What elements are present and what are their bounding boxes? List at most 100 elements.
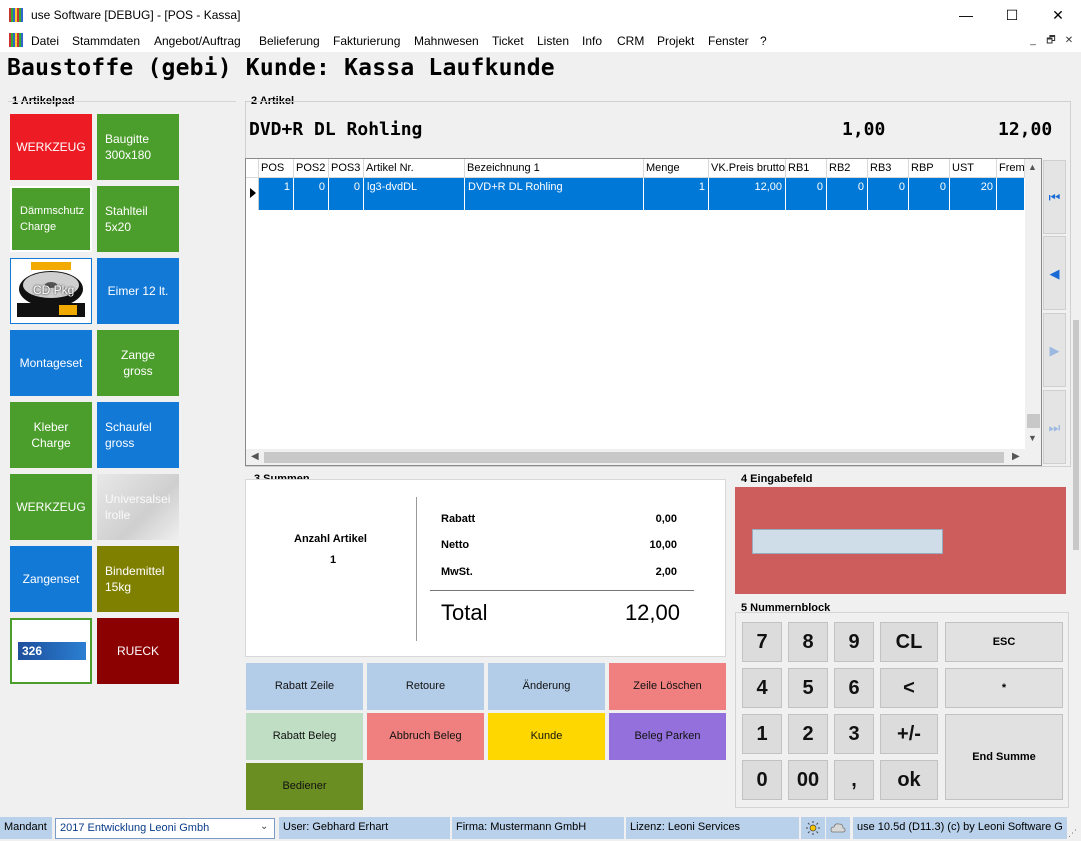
row-selector[interactable] [246, 178, 259, 210]
window-scroll-thumb[interactable] [1073, 320, 1079, 550]
retoure-button[interactable]: Retoure [367, 663, 484, 710]
rabatt-zeile-button[interactable]: Rabatt Zeile [246, 663, 363, 710]
col-header-rb2[interactable]: RB2 [827, 159, 868, 178]
pad-tile-schaufel[interactable]: Schaufel gross [97, 402, 179, 468]
col-header-pos2[interactable]: POS2 [294, 159, 329, 178]
menu-angebot-auftrag[interactable]: Angebot/Auftrag [154, 34, 241, 48]
key-1[interactable]: 1 [742, 714, 782, 754]
col-header-pos[interactable]: POS [259, 159, 294, 178]
menu-crm[interactable]: CRM [617, 34, 644, 48]
mdi-close-icon[interactable]: ✕ [1061, 34, 1077, 48]
rabatt-beleg-button[interactable]: Rabatt Beleg [246, 713, 363, 760]
zeile-loeschen-button[interactable]: Zeile Löschen [609, 663, 726, 710]
cell-rb1[interactable]: 0 [786, 178, 827, 210]
resize-grip-icon[interactable]: ⋰ [1068, 828, 1077, 839]
kunde-button[interactable]: Kunde [488, 713, 605, 760]
scroll-up-icon[interactable]: ▲ [1028, 162, 1037, 172]
cell-vk-preis[interactable]: 12,00 [709, 178, 786, 210]
col-header-bezeichnung[interactable]: Bezeichnung 1 [465, 159, 644, 178]
col-header-rbp[interactable]: RBP [909, 159, 950, 178]
key-comma[interactable]: , [834, 760, 874, 800]
menu-mahnwesen[interactable]: Mahnwesen [414, 34, 479, 48]
cell-rb3[interactable]: 0 [868, 178, 909, 210]
key-5[interactable]: 5 [788, 668, 828, 708]
menu-projekt[interactable]: Projekt [657, 34, 694, 48]
col-header-rb1[interactable]: RB1 [786, 159, 827, 178]
scroll-thumb[interactable] [1027, 414, 1040, 428]
pad-tile-zangenset[interactable]: Zangenset [10, 546, 92, 612]
col-header-menge[interactable]: Menge [644, 159, 709, 178]
cell-pos3[interactable]: 0 [329, 178, 364, 210]
maximize-button[interactable]: ☐ [989, 0, 1035, 30]
scroll-down-icon[interactable]: ▼ [1028, 433, 1037, 443]
key-ok[interactable]: ok [880, 760, 938, 800]
menu-fenster[interactable]: Fenster [708, 34, 749, 48]
key-star[interactable]: * [945, 668, 1063, 708]
col-header-fremd[interactable]: Frem [997, 159, 1025, 178]
hscroll-thumb[interactable] [264, 452, 1004, 463]
key-6[interactable]: 6 [834, 668, 874, 708]
pad-tile-universalseilrolle[interactable]: Universalseilrolle [97, 474, 179, 540]
beleg-parken-button[interactable]: Beleg Parken [609, 713, 726, 760]
key-00[interactable]: 00 [788, 760, 828, 800]
key-4[interactable]: 4 [742, 668, 782, 708]
key-0[interactable]: 0 [742, 760, 782, 800]
menu-info[interactable]: Info [582, 34, 602, 48]
pad-tile-stahlteil[interactable]: Stahlteil 5x20 [97, 186, 179, 252]
col-header-artikel-nr[interactable]: Artikel Nr. [364, 159, 465, 178]
col-header-ust[interactable]: UST [950, 159, 997, 178]
scroll-left-icon[interactable]: ◀ [251, 451, 259, 462]
key-esc[interactable]: ESC [945, 622, 1063, 662]
mdi-minimize-icon[interactable]: _ [1025, 34, 1041, 48]
pad-tile-eimer[interactable]: Eimer 12 lt. [97, 258, 179, 324]
menu-help[interactable]: ? [760, 34, 767, 48]
col-header-vk-preis[interactable]: VK.Preis brutto [709, 159, 786, 178]
pad-tile-kleber[interactable]: Kleber Charge [10, 402, 92, 468]
pad-tile-daemmschutz[interactable]: Dämmschutz Charge [10, 186, 92, 252]
minimize-button[interactable]: — [943, 0, 989, 30]
key-plus-minus[interactable]: +/- [880, 714, 938, 754]
document-icon[interactable] [9, 33, 23, 47]
menu-fakturierung[interactable]: Fakturierung [333, 34, 400, 48]
cell-pos[interactable]: 1 [259, 178, 294, 210]
cell-artikel-nr[interactable]: lg3-dvdDL [364, 178, 465, 210]
mandant-select[interactable]: 2017 Entwicklung Leoni Gmbh ⌄ [55, 818, 275, 839]
bediener-button[interactable]: Bediener [246, 763, 363, 810]
nav-next-button[interactable]: ▶ [1043, 313, 1066, 387]
nav-prev-button[interactable]: ◀ [1043, 236, 1066, 310]
cell-fremd[interactable] [997, 178, 1025, 210]
pad-tile-bindemittel[interactable]: Bindemittel 15kg [97, 546, 179, 612]
nav-first-button[interactable]: ⏮ [1043, 160, 1066, 234]
cell-bezeichnung[interactable]: DVD+R DL Rohling [465, 178, 644, 210]
abbruch-beleg-button[interactable]: Abbruch Beleg [367, 713, 484, 760]
menu-datei[interactable]: Datei [31, 34, 59, 48]
pad-tile-cd-pkg[interactable]: CD Pkg [10, 258, 92, 324]
cell-ust[interactable]: 20 [950, 178, 997, 210]
menu-belieferung[interactable]: Belieferung [259, 34, 320, 48]
key-2[interactable]: 2 [788, 714, 828, 754]
pad-tile-baugitte[interactable]: Baugitte 300x180 [97, 114, 179, 180]
pad-tile-zange-gross[interactable]: Zange gross [97, 330, 179, 396]
aenderung-button[interactable]: Änderung [488, 663, 605, 710]
pad-tile-werkzeug-2[interactable]: WERKZEUG [10, 474, 92, 540]
key-8[interactable]: 8 [788, 622, 828, 662]
pad-tile-montageset[interactable]: Montageset [10, 330, 92, 396]
mdi-restore-icon[interactable]: 🗗 [1043, 34, 1059, 48]
eingabe-input[interactable] [752, 529, 943, 554]
nav-last-button[interactable]: ⏭ [1043, 390, 1066, 464]
cell-rb2[interactable]: 0 [827, 178, 868, 210]
key-9[interactable]: 9 [834, 622, 874, 662]
col-header-rb3[interactable]: RB3 [868, 159, 909, 178]
cell-menge[interactable]: 1 [644, 178, 709, 210]
menu-ticket[interactable]: Ticket [492, 34, 524, 48]
key-backspace[interactable]: < [880, 668, 938, 708]
key-3[interactable]: 3 [834, 714, 874, 754]
cell-rbp[interactable]: 0 [909, 178, 950, 210]
menu-listen[interactable]: Listen [537, 34, 569, 48]
grid-horizontal-scrollbar[interactable]: ◀ ▶ [246, 449, 1041, 465]
article-grid[interactable]: POS POS2 POS3 Artikel Nr. Bezeichnung 1 … [245, 158, 1042, 466]
pad-tile-werkzeug[interactable]: WERKZEUG [10, 114, 92, 180]
close-button[interactable]: ✕ [1035, 0, 1081, 30]
end-summe-button[interactable]: End Summe [945, 714, 1063, 800]
key-clear[interactable]: CL [880, 622, 938, 662]
